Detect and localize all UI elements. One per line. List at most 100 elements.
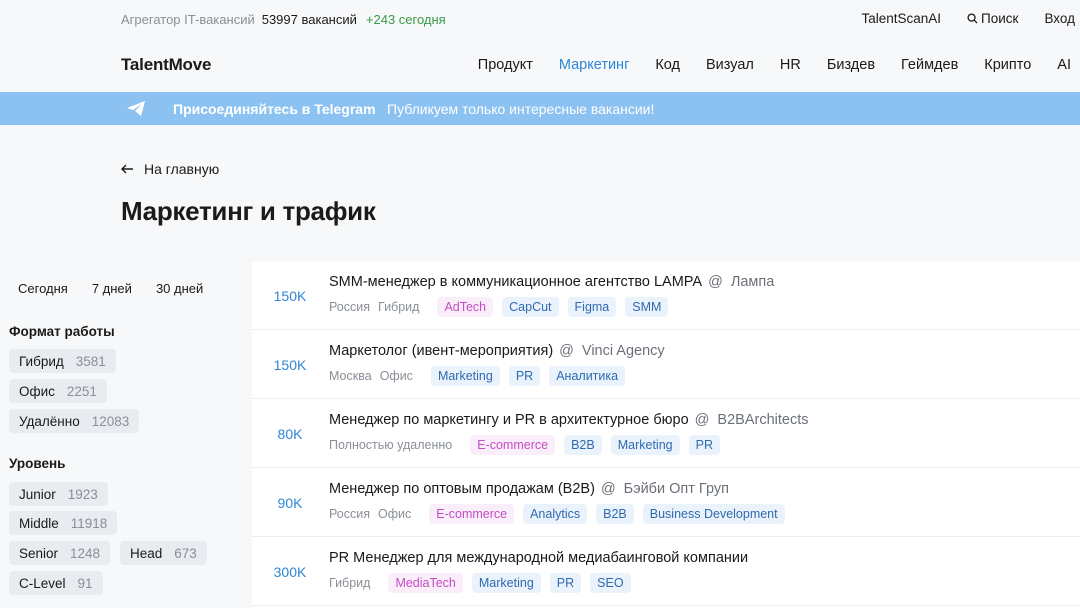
vacancy-count: 53997 вакансий [261, 12, 357, 27]
nav-item-7[interactable]: Крипто [984, 57, 1031, 73]
filter-sidebar: Сегодня 7 дней 30 дней Формат работы Гиб… [0, 265, 234, 608]
telegram-plane-icon [127, 101, 145, 116]
job-row[interactable]: 80K Менеджер по маркетингу и PR в архитек… [252, 400, 1080, 468]
filter-chip-c-level[interactable]: C-Level 91 [9, 571, 103, 595]
job-tag[interactable]: PR [549, 573, 582, 593]
chip-label: Middle [19, 515, 59, 531]
job-tag[interactable]: Business Development [642, 504, 785, 524]
job-salary: 80K [277, 426, 303, 442]
job-title[interactable]: PR Менеджер для международной медиабаинг… [329, 550, 748, 566]
nav-item-6[interactable]: Геймдев [901, 57, 958, 73]
job-meta: Москва Офис Marketing PR Аналитика [329, 366, 634, 386]
filter-chip-senior[interactable]: Senior 1248 [9, 541, 111, 565]
at-sign: @ [596, 481, 616, 497]
job-tag[interactable]: Analytics [523, 504, 588, 524]
chip-label: Head [130, 545, 163, 561]
banner-desc: Публикуем только интересные вакансии! [387, 100, 655, 117]
chip-label: Senior [19, 545, 59, 561]
page-title: Маркетинг и трафик [121, 196, 376, 226]
job-company[interactable]: Vinci Agency [582, 343, 665, 359]
job-row[interactable]: 150K SMM-менеджер в коммуникационное аген… [252, 262, 1080, 330]
nav-item-0[interactable]: Продукт [478, 57, 533, 73]
chip-label: Удалённо [19, 413, 80, 429]
chip-count: 3581 [75, 353, 106, 369]
nav-item-5[interactable]: Биздев [827, 57, 875, 73]
job-location: Гибрид [378, 300, 420, 314]
job-company[interactable]: Лампа [731, 274, 774, 290]
chip-count: 91 [77, 575, 93, 591]
job-tag[interactable]: SEO [590, 573, 631, 593]
job-row[interactable]: 90K Менеджер по оптовым продажам (B2B) @ Б… [252, 469, 1080, 537]
job-salary: 90K [277, 495, 303, 511]
search-link[interactable]: Поиск [967, 11, 1018, 26]
job-title[interactable]: Менеджер по оптовым продажам (B2B) [329, 481, 595, 497]
filter-chip-remote[interactable]: Удалённо 12083 [9, 409, 140, 433]
level-heading: Уровень [9, 456, 66, 471]
chip-count: 673 [174, 545, 197, 561]
logo[interactable]: TalentMove [121, 55, 211, 75]
banner-join-text[interactable]: Присоединяйтесь в Telegram [173, 101, 376, 117]
at-sign: @ [555, 343, 574, 359]
job-title-line: PR Менеджер для международной медиабаинг… [329, 550, 748, 566]
job-tag[interactable]: SMM [625, 297, 669, 317]
period-7-days[interactable]: 7 дней [92, 281, 132, 296]
job-tag[interactable]: E-commerce [429, 504, 515, 524]
job-row[interactable]: 300K PR Менеджер для международной медиаб… [252, 538, 1080, 606]
job-salary: 300K [273, 564, 307, 580]
search-label: Поиск [981, 11, 1019, 26]
job-tag[interactable]: Marketing [610, 435, 680, 455]
job-meta: Россия Офис E-commerce Analytics B2B Business… [329, 504, 794, 524]
job-tag[interactable]: B2B [596, 504, 634, 524]
period-today[interactable]: Сегодня [18, 281, 68, 296]
site-stats: Агрегатор IT-вакансий 53997 вакансий +24… [121, 12, 446, 27]
talentscan-link[interactable]: TalentScanAI [861, 11, 941, 26]
job-tag[interactable]: E-commerce [470, 435, 556, 455]
job-title[interactable]: Менеджер по маркетингу и PR в архитектур… [329, 412, 689, 428]
job-location: Офис [378, 507, 412, 521]
main-nav: Продукт Маркетинг Код Визуал HR Биздев Геймдев… [478, 57, 1071, 73]
telegram-banner[interactable]: Присоединяйтесь в Telegram Публикуем тол… [0, 92, 1080, 125]
chip-label: C-Level [19, 575, 66, 591]
filter-chip-middle[interactable]: Middle 11918 [9, 511, 118, 535]
nav-item-4[interactable]: HR [780, 57, 801, 73]
job-tag[interactable]: CapCut [502, 297, 559, 317]
search-icon [967, 13, 978, 24]
job-row[interactable]: 150K Маркетолог (ивент-мероприятия) @ Vinc… [252, 331, 1080, 399]
job-tag[interactable]: PR [508, 366, 541, 386]
job-title-line: SMM-менеджер в коммуникационное агентств… [329, 274, 774, 290]
at-sign: @ [690, 412, 710, 428]
job-tag[interactable]: Аналитика [549, 366, 626, 386]
filter-chip-office[interactable]: Офис 2251 [9, 379, 107, 403]
nav-item-3[interactable]: Визуал [706, 57, 754, 73]
job-title-line: Менеджер по оптовым продажам (B2B) @ Бэйб… [329, 481, 729, 497]
period-30-days[interactable]: 30 дней [156, 281, 203, 296]
job-tag[interactable]: MediaTech [388, 573, 463, 593]
login-link[interactable]: Вход [1044, 11, 1075, 26]
nav-item-1[interactable]: Маркетинг [559, 57, 630, 73]
nav-item-8[interactable]: AI [1057, 57, 1071, 73]
job-tag[interactable]: PR [688, 435, 720, 455]
job-tag[interactable]: AdTech [437, 297, 494, 317]
aggregator-label: Агрегатор IT-вакансий [121, 12, 255, 27]
nav-item-2[interactable]: Код [655, 57, 680, 73]
chip-count: 1248 [70, 545, 101, 561]
job-tag[interactable]: Figma [567, 297, 617, 317]
job-tag[interactable]: Marketing [471, 573, 541, 593]
job-tag[interactable]: B2B [564, 435, 602, 455]
job-company[interactable]: Бэйби Опт Груп [624, 481, 729, 497]
job-title-line: Менеджер по маркетингу и PR в архитектур… [329, 412, 808, 428]
arrow-left-icon [121, 164, 133, 174]
back-link-label: На главную [144, 161, 220, 177]
job-location: Полностью удаленно [329, 438, 453, 452]
filter-chip-hybrid[interactable]: Гибрид 3581 [9, 349, 116, 373]
back-link[interactable]: На главную [121, 161, 219, 177]
filter-chip-junior[interactable]: Junior 1923 [9, 482, 108, 506]
job-company[interactable]: B2BArchitects [717, 412, 808, 428]
period-filter: Сегодня 7 дней 30 дней [18, 281, 227, 296]
filter-chip-head[interactable]: Head 673 [120, 541, 207, 565]
chip-count: 11918 [70, 515, 108, 531]
job-location: Офис [379, 369, 413, 383]
job-title[interactable]: Маркетолог (ивент-мероприятия) [329, 343, 553, 359]
job-tag[interactable]: Marketing [430, 366, 500, 386]
job-title[interactable]: SMM-менеджер в коммуникационное агентств… [329, 274, 702, 290]
